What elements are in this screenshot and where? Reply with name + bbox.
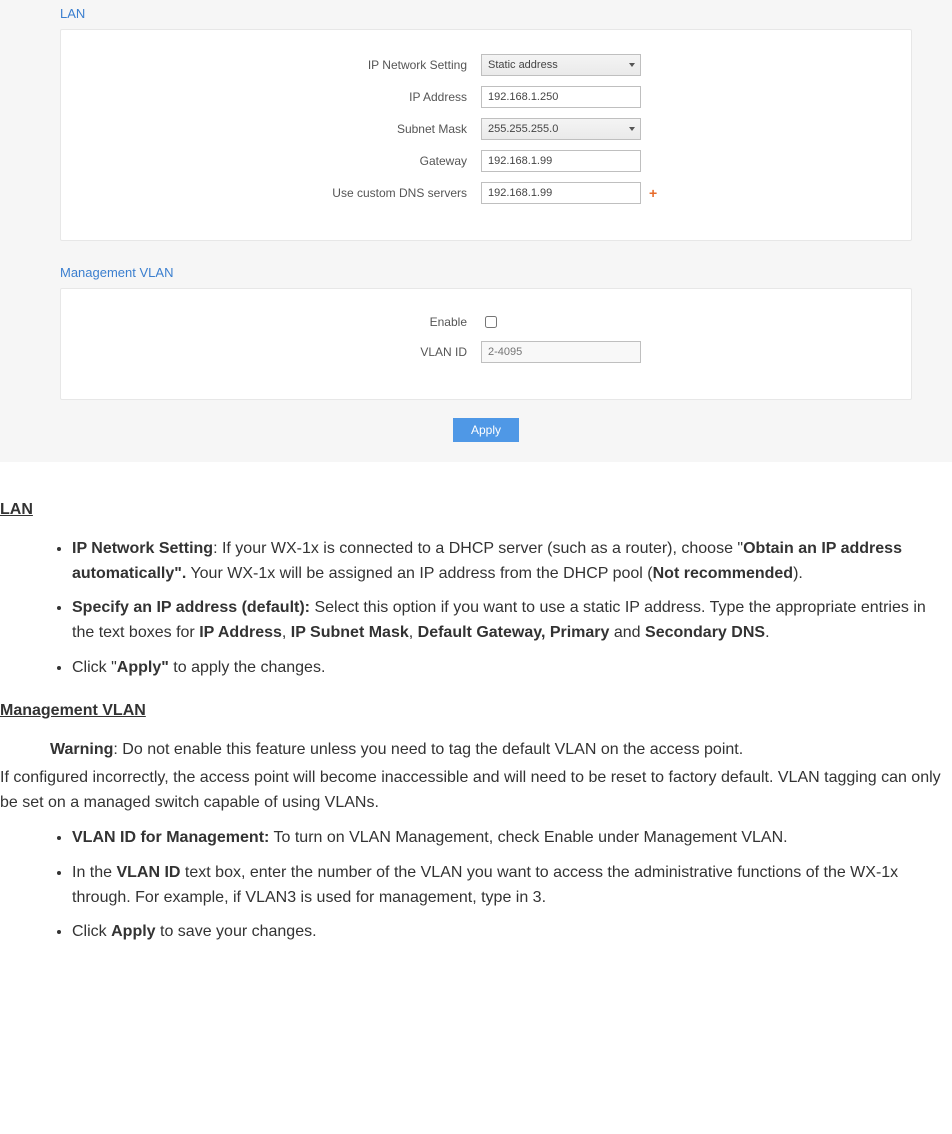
list-item: Specify an IP address (default): Select … xyxy=(72,596,952,646)
list-item: IP Network Setting: If your WX-1x is con… xyxy=(72,537,952,587)
text-bold: VLAN ID for Management: xyxy=(72,829,269,846)
text-bold: IP Subnet Mask xyxy=(291,624,409,641)
text: Click xyxy=(72,923,111,940)
text-bold: Not recommended xyxy=(653,565,793,582)
row-vlan-id: VLAN ID xyxy=(61,341,911,363)
text: Click " xyxy=(72,659,117,676)
text: , xyxy=(409,624,418,641)
text: . xyxy=(765,624,769,641)
text-bold: Apply" xyxy=(117,659,169,676)
label-subnet: Subnet Mask xyxy=(61,122,481,136)
text: To turn on VLAN Management, check Enable… xyxy=(269,829,787,846)
doc-body: LAN IP Network Setting: If your WX-1x is… xyxy=(0,462,952,993)
vlan-enable-checkbox[interactable] xyxy=(485,316,497,328)
apply-button[interactable]: Apply xyxy=(453,418,519,442)
doc-list-vlan: VLAN ID for Management: To turn on VLAN … xyxy=(0,826,952,945)
text: text box, enter the number of the VLAN y… xyxy=(72,864,898,906)
text: and xyxy=(609,624,645,641)
label-dns: Use custom DNS servers xyxy=(61,186,481,200)
vlan-id-input[interactable] xyxy=(481,341,641,363)
lan-panel: IP Network Setting Static address IP Add… xyxy=(60,29,912,241)
lan-section-title: LAN xyxy=(60,0,912,29)
text: In the xyxy=(72,864,116,881)
gateway-input[interactable] xyxy=(481,150,641,172)
dns-input[interactable] xyxy=(481,182,641,204)
doc-paragraph: Warning: Do not enable this feature unle… xyxy=(0,738,952,763)
text-bold: IP Network Setting xyxy=(72,540,213,557)
config-area: LAN IP Network Setting Static address IP… xyxy=(0,0,952,462)
label-gateway: Gateway xyxy=(61,154,481,168)
row-subnet: Subnet Mask 255.255.255.0 xyxy=(61,118,911,140)
text-bold: IP Address xyxy=(199,624,282,641)
text: : Do not enable this feature unless you … xyxy=(113,741,743,758)
row-ip-setting: IP Network Setting Static address xyxy=(61,54,911,76)
text: to apply the changes. xyxy=(169,659,326,676)
row-ip-address: IP Address xyxy=(61,86,911,108)
label-ip-setting: IP Network Setting xyxy=(61,58,481,72)
row-dns: Use custom DNS servers + xyxy=(61,182,911,204)
doc-list-lan: IP Network Setting: If your WX-1x is con… xyxy=(0,537,952,681)
text: to save your changes. xyxy=(156,923,317,940)
list-item: Click Apply to save your changes. xyxy=(72,920,952,945)
text-bold: Secondary DNS xyxy=(645,624,765,641)
doc-heading-lan: LAN xyxy=(0,498,952,523)
text-bold: Default Gateway, Primary xyxy=(418,624,610,641)
text: Your WX-1x will be assigned an IP addres… xyxy=(186,565,652,582)
text-bold: Apply xyxy=(111,923,155,940)
list-item: In the VLAN ID text box, enter the numbe… xyxy=(72,861,952,911)
text: ). xyxy=(793,565,803,582)
subnet-select[interactable]: 255.255.255.0 xyxy=(481,118,641,140)
label-vlan-enable: Enable xyxy=(61,315,481,329)
text-bold: VLAN ID xyxy=(116,864,180,881)
ip-address-input[interactable] xyxy=(481,86,641,108)
vlan-section-title: Management VLAN xyxy=(60,259,912,288)
text: , xyxy=(282,624,291,641)
label-ip-address: IP Address xyxy=(61,90,481,104)
plus-icon[interactable]: + xyxy=(649,185,657,201)
text-bold: Specify an IP address (default): xyxy=(72,599,310,616)
row-gateway: Gateway xyxy=(61,150,911,172)
apply-row: Apply xyxy=(60,418,912,442)
doc-paragraph: If configured incorrectly, the access po… xyxy=(0,766,952,816)
doc-heading-vlan: Management VLAN xyxy=(0,699,952,724)
row-vlan-enable: Enable xyxy=(61,313,911,331)
text-bold: Warning xyxy=(50,741,113,758)
list-item: VLAN ID for Management: To turn on VLAN … xyxy=(72,826,952,851)
ip-setting-select[interactable]: Static address xyxy=(481,54,641,76)
text: : If your WX-1x is connected to a DHCP s… xyxy=(213,540,743,557)
label-vlan-id: VLAN ID xyxy=(61,345,481,359)
list-item: Click "Apply" to apply the changes. xyxy=(72,656,952,681)
vlan-panel: Enable VLAN ID xyxy=(60,288,912,400)
